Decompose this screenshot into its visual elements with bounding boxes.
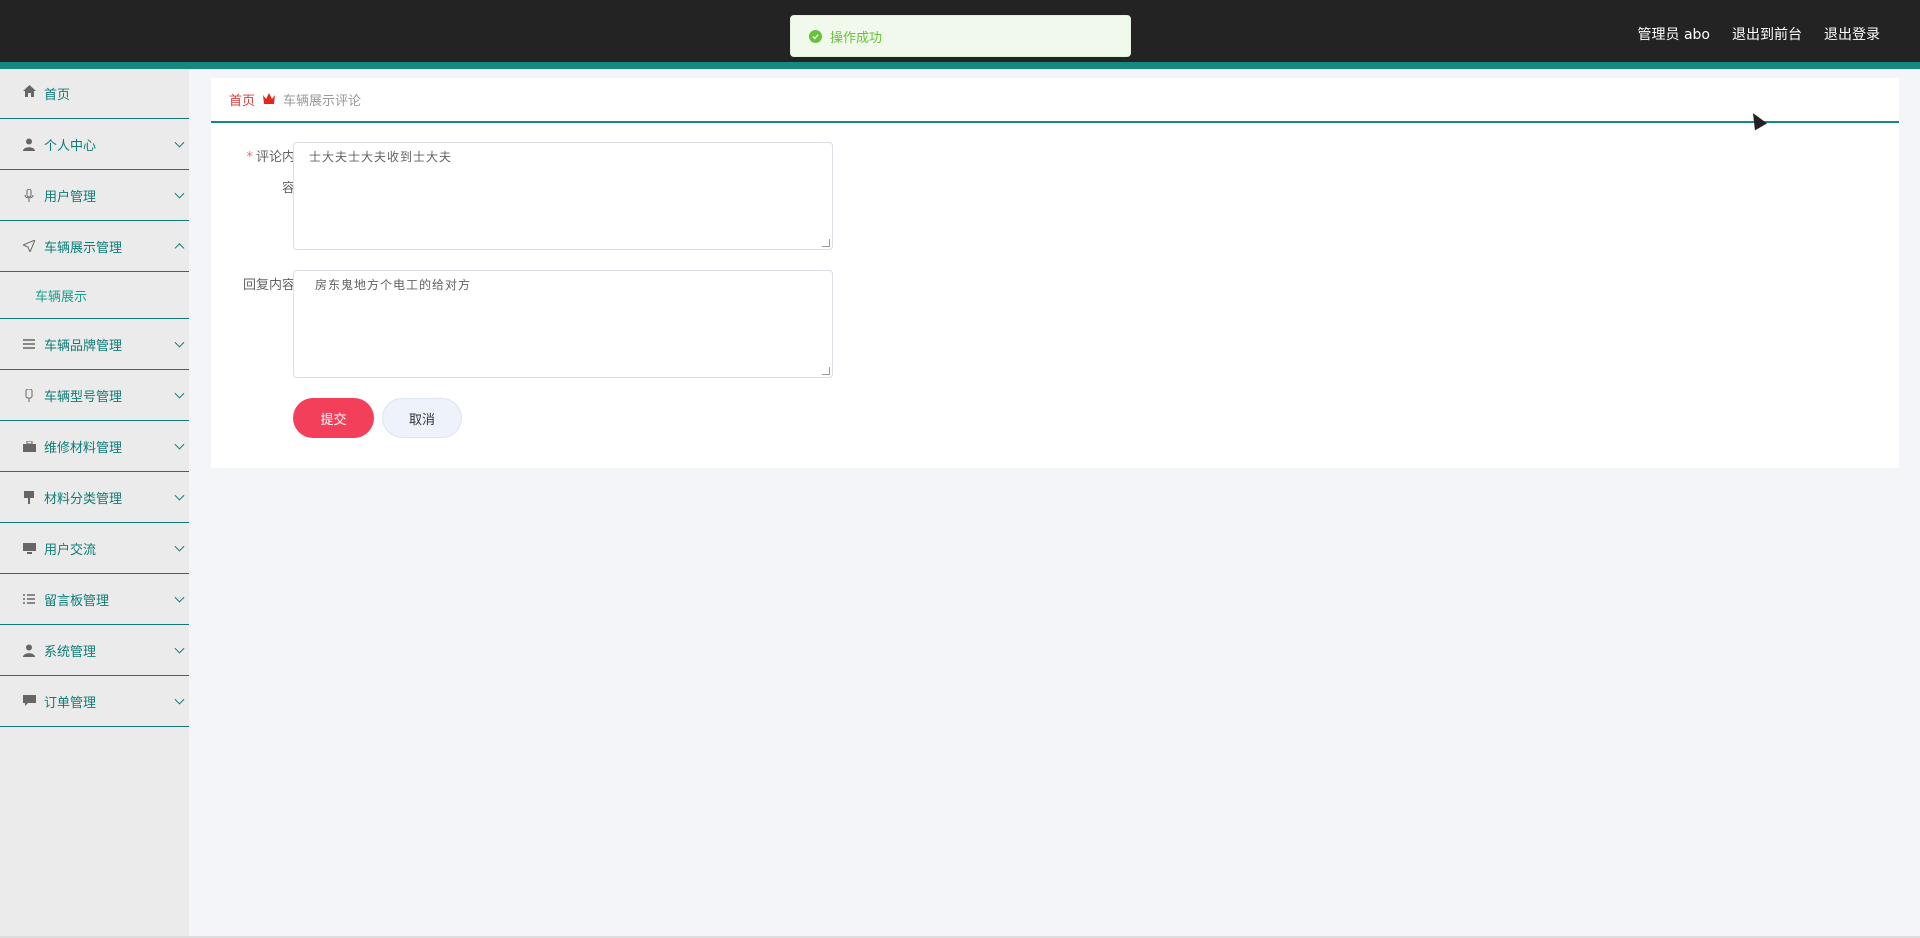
sidebar-item-label: 维修材料管理 [44, 440, 123, 456]
sidebar-item-system-management[interactable]: 系统管理 [0, 625, 189, 676]
sidebar-item-home[interactable]: 首页 [0, 69, 189, 119]
logout-link[interactable]: 退出登录 [1824, 24, 1880, 44]
list-icon [22, 592, 36, 606]
comment-label: * 评论内 容 [225, 142, 295, 204]
chevron-down-icon [174, 541, 185, 552]
sidebar-item-label: 留言板管理 [44, 593, 110, 609]
chevron-down-icon [174, 439, 185, 450]
sidebar-item-vehicle-display-management[interactable]: 车辆展示管理 [0, 221, 189, 272]
sidebar-item-label: 系统管理 [44, 644, 97, 660]
reply-text: 房东鬼地方个电工的给对方 [315, 278, 472, 292]
comment-label-line1: 评论内 [255, 150, 295, 165]
briefcase-icon [22, 439, 36, 453]
send-icon [22, 239, 36, 253]
toast-message: 操作成功 [830, 30, 883, 46]
bottle-icon [22, 388, 36, 402]
microphone-icon [22, 188, 36, 202]
sidebar-item-label: 首页 [44, 88, 71, 103]
chevron-down-icon [174, 388, 185, 399]
reply-label: 回复内容 [242, 278, 295, 293]
top-bar-accent [0, 62, 1920, 69]
chevron-down-icon [174, 694, 185, 705]
sidebar-subitem-vehicle-display[interactable]: 车辆展示 [0, 272, 189, 319]
sidebar-item-label: 个人中心 [44, 138, 97, 154]
breadcrumb-current: 车辆展示评论 [283, 94, 362, 109]
chevron-down-icon [174, 643, 185, 654]
sidebar-item-user-management[interactable]: 用户管理 [0, 170, 189, 221]
sidebar-item-label: 材料分类管理 [44, 491, 123, 507]
sidebar-item-brand-management[interactable]: 车辆品牌管理 [0, 319, 189, 370]
sidebar-item-personal-center[interactable]: 个人中心 [0, 119, 189, 170]
list-icon [22, 337, 36, 351]
main-content-card: 首页 车辆展示评论 * 评论内 容 士大夫士大夫收到士大夫 回复内容 房东鬼地方个… [211, 78, 1899, 468]
sidebar-item-label: 用户交流 [44, 542, 97, 558]
back-to-front-link[interactable]: 退出到前台 [1732, 24, 1802, 44]
reply-textarea[interactable]: 房东鬼地方个电工的给对方 [293, 270, 833, 378]
user-links: 管理员 abo 退出到前台 退出登录 [1638, 24, 1880, 44]
sidebar-item-order-management[interactable]: 订单管理 [0, 676, 189, 727]
crown-icon [263, 92, 276, 107]
breadcrumb-home-link[interactable]: 首页 [229, 90, 255, 109]
resize-handle-icon[interactable] [822, 367, 830, 375]
admin-user-label: 管理员 abo [1637, 27, 1710, 43]
resize-handle-icon[interactable] [822, 239, 830, 247]
user-icon [22, 137, 36, 151]
sidebar-item-user-exchange[interactable]: 用户交流 [0, 523, 189, 574]
submit-button[interactable]: 提交 [293, 398, 374, 438]
sidebar-subitem-label: 车辆展示 [35, 289, 88, 305]
chevron-down-icon [174, 592, 185, 603]
pin-icon [22, 490, 36, 504]
sidebar-item-material-management[interactable]: 维修材料管理 [0, 421, 189, 472]
comment-text: 士大夫士大夫收到士大夫 [309, 150, 453, 164]
user-icon [22, 643, 36, 657]
required-marker: * [246, 150, 253, 165]
sidebar-item-label: 订单管理 [44, 695, 97, 711]
breadcrumb: 首页 车辆展示评论 [211, 78, 1899, 123]
sidebar-item-category-management[interactable]: 材料分类管理 [0, 472, 189, 523]
sidebar-item-label: 车辆展示管理 [44, 240, 123, 256]
chevron-down-icon [174, 188, 185, 199]
sidebar: 首页 个人中心 用户管理 车辆展示管理 车辆展示 车辆品牌管理 车辆型号管理 维… [0, 69, 189, 938]
success-toast: 操作成功 [790, 15, 1131, 57]
chevron-down-icon [174, 490, 185, 501]
check-circle-icon [809, 29, 822, 43]
sidebar-item-model-management[interactable]: 车辆型号管理 [0, 370, 189, 421]
sidebar-item-label: 车辆型号管理 [44, 389, 123, 405]
monitor-icon [22, 541, 36, 555]
home-icon [22, 84, 36, 98]
sidebar-item-label: 用户管理 [44, 189, 97, 205]
chevron-up-icon [174, 243, 185, 254]
cancel-button[interactable]: 取消 [382, 398, 462, 438]
chat-icon [22, 694, 36, 708]
sidebar-item-message-board[interactable]: 留言板管理 [0, 574, 189, 625]
comment-textarea[interactable]: 士大夫士大夫收到士大夫 [293, 142, 833, 250]
chevron-down-icon [174, 337, 185, 348]
chevron-down-icon [174, 137, 185, 148]
sidebar-item-label: 车辆品牌管理 [44, 338, 123, 354]
